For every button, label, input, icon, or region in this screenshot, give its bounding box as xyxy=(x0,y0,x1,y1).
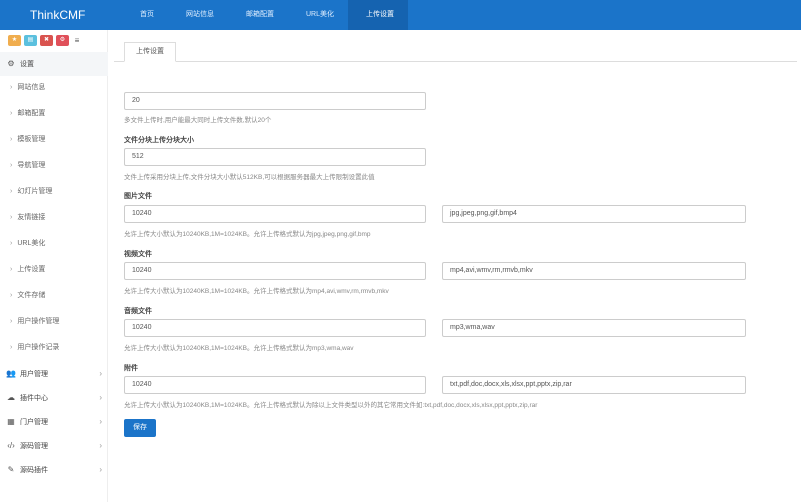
sidebar-item-label: 用户操作记录 xyxy=(17,344,60,351)
image-label: 图片文件 xyxy=(124,193,152,200)
sidebar-item-label: 上传设置 xyxy=(17,266,46,273)
video-help: 允许上传大小默认为10240KB,1M=1024KB。允许上传格式默认为mp4,… xyxy=(124,288,389,295)
cloud-icon: ☁ xyxy=(7,393,15,402)
sidebar-item-label: URL美化 xyxy=(17,240,46,247)
plug-icon: ✎ xyxy=(7,465,15,474)
sidebar-group-label: 用户管理 xyxy=(20,371,48,378)
chevron-right-icon: › xyxy=(99,465,102,474)
gear-icon[interactable]: ⚙ xyxy=(56,34,69,46)
sidebar-item-mail-config[interactable]: › 邮箱配置 xyxy=(0,102,108,126)
tab-upload-settings[interactable]: 上传设置 xyxy=(124,42,176,62)
bullet-icon: › xyxy=(10,162,13,169)
bullet-icon: › xyxy=(10,188,13,195)
sidebar-item-label: 网站信息 xyxy=(17,84,46,91)
sidebar-item-label: 邮箱配置 xyxy=(17,110,46,117)
bullet-icon: › xyxy=(10,240,13,247)
max-files-help: 多文件上传时,用户能最大同时上传文件数,默认20个 xyxy=(124,117,272,124)
sidebar-item-label: 导航管理 xyxy=(17,162,46,169)
sidebar-shortcuts: ★ ▤ ✖ ⚙ ≡ xyxy=(0,30,107,50)
video-label: 视频文件 xyxy=(124,251,152,258)
grid-icon: ▦ xyxy=(7,417,15,426)
image-ext-input[interactable]: jpg,jpeg,png,gif,bmp4 xyxy=(442,205,746,223)
attachment-ext-input[interactable]: txt,pdf,doc,docx,xls,xlsx,ppt,pptx,zip,r… xyxy=(442,376,746,394)
sidebar-item-site-info[interactable]: › 网站信息 xyxy=(0,76,108,100)
sidebar-group-label: 门户管理 xyxy=(20,419,48,426)
video-size-input[interactable]: 10240 xyxy=(124,262,426,280)
topnav-site-info[interactable]: 网站信息 xyxy=(168,0,228,30)
sidebar: ★ ▤ ✖ ⚙ ≡ ⚙ 设置 › 网站信息 › 邮箱配置 › 模板管理 › 导航管理 › 幻… xyxy=(0,30,108,502)
audio-ext-input[interactable]: mp3,wma,wav xyxy=(442,319,746,337)
bullet-icon: › xyxy=(10,214,13,221)
bullet-icon: › xyxy=(10,344,13,351)
chevron-right-icon: › xyxy=(99,441,102,450)
chunk-size-help: 文件上传采用分块上传,文件分块大小默认512KB,可以根据服务器最大上传限制设置… xyxy=(124,174,375,181)
image-help: 允许上传大小默认为10240KB,1M=1024KB。允许上传格式默认为jpg,… xyxy=(124,231,371,238)
chunk-size-label: 文件分块上传分块大小 xyxy=(124,137,194,144)
chevron-right-icon: › xyxy=(99,417,102,426)
bullet-icon: › xyxy=(10,266,13,273)
audio-size-input[interactable]: 10240 xyxy=(124,319,426,337)
sidebar-item-label: 幻灯片管理 xyxy=(17,188,53,195)
attachment-help: 允许上传大小默认为10240KB,1M=1024KB。允许上传格式默认为除以上文… xyxy=(124,402,538,409)
save-button[interactable]: 保存 xyxy=(124,419,156,437)
video-ext-input[interactable]: mp4,avi,wmv,rm,rmvb,mkv xyxy=(442,262,746,280)
sidebar-group-users[interactable]: 👥 用户管理 › xyxy=(0,362,108,386)
topnav-home[interactable]: 首页 xyxy=(122,0,168,30)
sidebar-item-navigation[interactable]: › 导航管理 xyxy=(0,154,108,178)
code-icon: ‹/› xyxy=(7,441,15,450)
top-nav: 首页 网站信息 邮箱配置 URL美化 上传设置 xyxy=(122,0,409,30)
sidebar-item-action-log[interactable]: › 用户操作记录 xyxy=(0,336,108,360)
sidebar-group-source-plugins[interactable]: ✎ 源码插件 › xyxy=(0,458,108,482)
sidebar-item-label: 友情链接 xyxy=(17,214,46,221)
audio-help: 允许上传大小默认为10240KB,1M=1024KB。允许上传格式默认为mp3,… xyxy=(124,345,354,352)
menu-toggle-icon[interactable]: ≡ xyxy=(72,35,82,46)
sidebar-item-label: 模板管理 xyxy=(17,136,46,143)
sidebar-item-user-actions[interactable]: › 用户操作管理 xyxy=(0,310,108,334)
bullet-icon: › xyxy=(10,292,13,299)
bullet-icon: › xyxy=(10,318,13,325)
users-icon: 👥 xyxy=(6,369,16,378)
sidebar-item-templates[interactable]: › 模板管理 xyxy=(0,128,108,152)
bullet-icon: › xyxy=(10,136,13,143)
topnav-mail-config[interactable]: 邮箱配置 xyxy=(228,0,288,30)
sidebar-item-slides[interactable]: › 幻灯片管理 xyxy=(0,180,108,204)
topnav-upload-settings[interactable]: 上传设置 xyxy=(348,0,409,30)
topnav-url-rewrite[interactable]: URL美化 xyxy=(288,0,348,30)
sidebar-item-links[interactable]: › 友情链接 xyxy=(0,206,108,230)
audio-label: 音频文件 xyxy=(124,308,152,315)
attachment-label: 附件 xyxy=(124,365,138,372)
sidebar-group-label: 源码插件 xyxy=(20,467,48,474)
sidebar-item-upload-settings[interactable]: › 上传设置 xyxy=(0,258,108,282)
sidebar-group-portal[interactable]: ▦ 门户管理 › xyxy=(0,410,108,434)
brand-logo[interactable]: ThinkCMF xyxy=(0,0,108,30)
cogs-icon: ⚙ xyxy=(7,59,15,68)
tab-divider xyxy=(114,61,797,62)
document-icon[interactable]: ▤ xyxy=(24,34,37,46)
bullet-icon: › xyxy=(10,110,13,117)
sidebar-group-source[interactable]: ‹/› 源码管理 › xyxy=(0,434,108,458)
main-content: 上传设置 20 多文件上传时,用户能最大同时上传文件数,默认20个 文件分块上传… xyxy=(108,30,801,502)
chevron-right-icon: › xyxy=(99,369,102,378)
max-files-input[interactable]: 20 xyxy=(124,92,426,110)
star-icon[interactable]: ★ xyxy=(8,34,21,46)
sidebar-item-label: 用户操作管理 xyxy=(17,318,60,325)
sidebar-group-plugins[interactable]: ☁ 插件中心 › xyxy=(0,386,108,410)
sidebar-item-url-rewrite[interactable]: › URL美化 xyxy=(0,232,108,256)
attachment-size-input[interactable]: 10240 xyxy=(124,376,426,394)
image-size-input[interactable]: 10240 xyxy=(124,205,426,223)
sidebar-group-label: 插件中心 xyxy=(20,395,48,402)
sidebar-group-label: 源码管理 xyxy=(20,443,48,450)
sidebar-group-settings[interactable]: ⚙ 设置 xyxy=(0,52,108,76)
sidebar-item-label: 文件存储 xyxy=(17,292,46,299)
sidebar-group-label: 设置 xyxy=(20,61,34,68)
chevron-right-icon: › xyxy=(99,393,102,402)
bullet-icon: › xyxy=(10,84,13,91)
top-navbar: ThinkCMF 首页 网站信息 邮箱配置 URL美化 上传设置 xyxy=(0,0,801,30)
close-icon[interactable]: ✖ xyxy=(40,34,53,46)
chunk-size-input[interactable]: 512 xyxy=(124,148,426,166)
sidebar-item-file-storage[interactable]: › 文件存储 xyxy=(0,284,108,308)
